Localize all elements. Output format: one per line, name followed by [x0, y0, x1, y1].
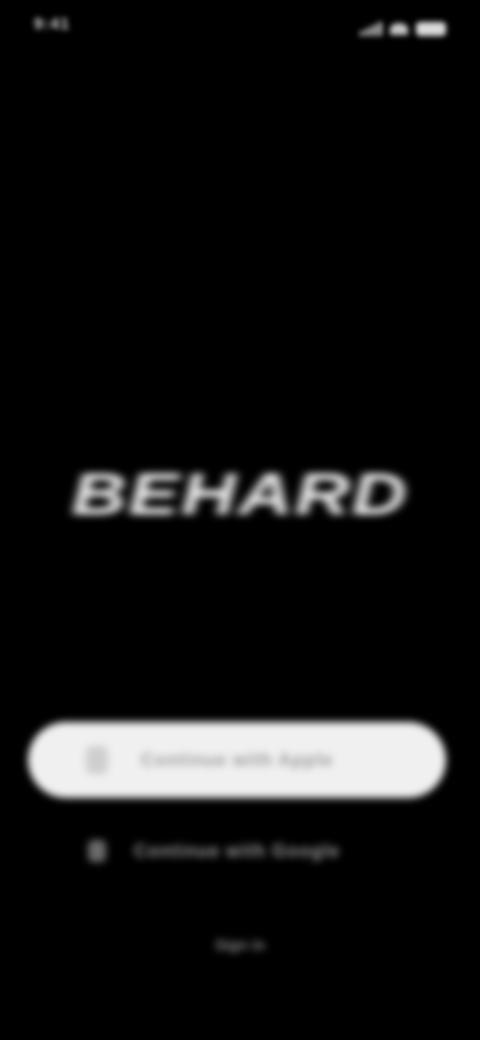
status-icons: [360, 18, 446, 40]
battery-icon: [416, 22, 446, 36]
continue-with-google-button[interactable]: Continue with Google: [28, 816, 446, 886]
continue-with-apple-button[interactable]: Continue with Apple: [28, 722, 446, 798]
signal-icon: [360, 22, 382, 36]
app-logo: BEHARD: [71, 461, 409, 528]
google-icon: [88, 840, 106, 862]
sign-in-link[interactable]: Sign in: [170, 930, 310, 962]
primary-button-label: Continue with Apple: [140, 749, 334, 770]
status-bar: 9:41: [0, 0, 480, 60]
status-time: 9:41: [34, 16, 71, 33]
secondary-button-label: Continue with Google: [134, 840, 340, 861]
wifi-icon: [390, 23, 408, 35]
apple-icon: [86, 746, 108, 774]
